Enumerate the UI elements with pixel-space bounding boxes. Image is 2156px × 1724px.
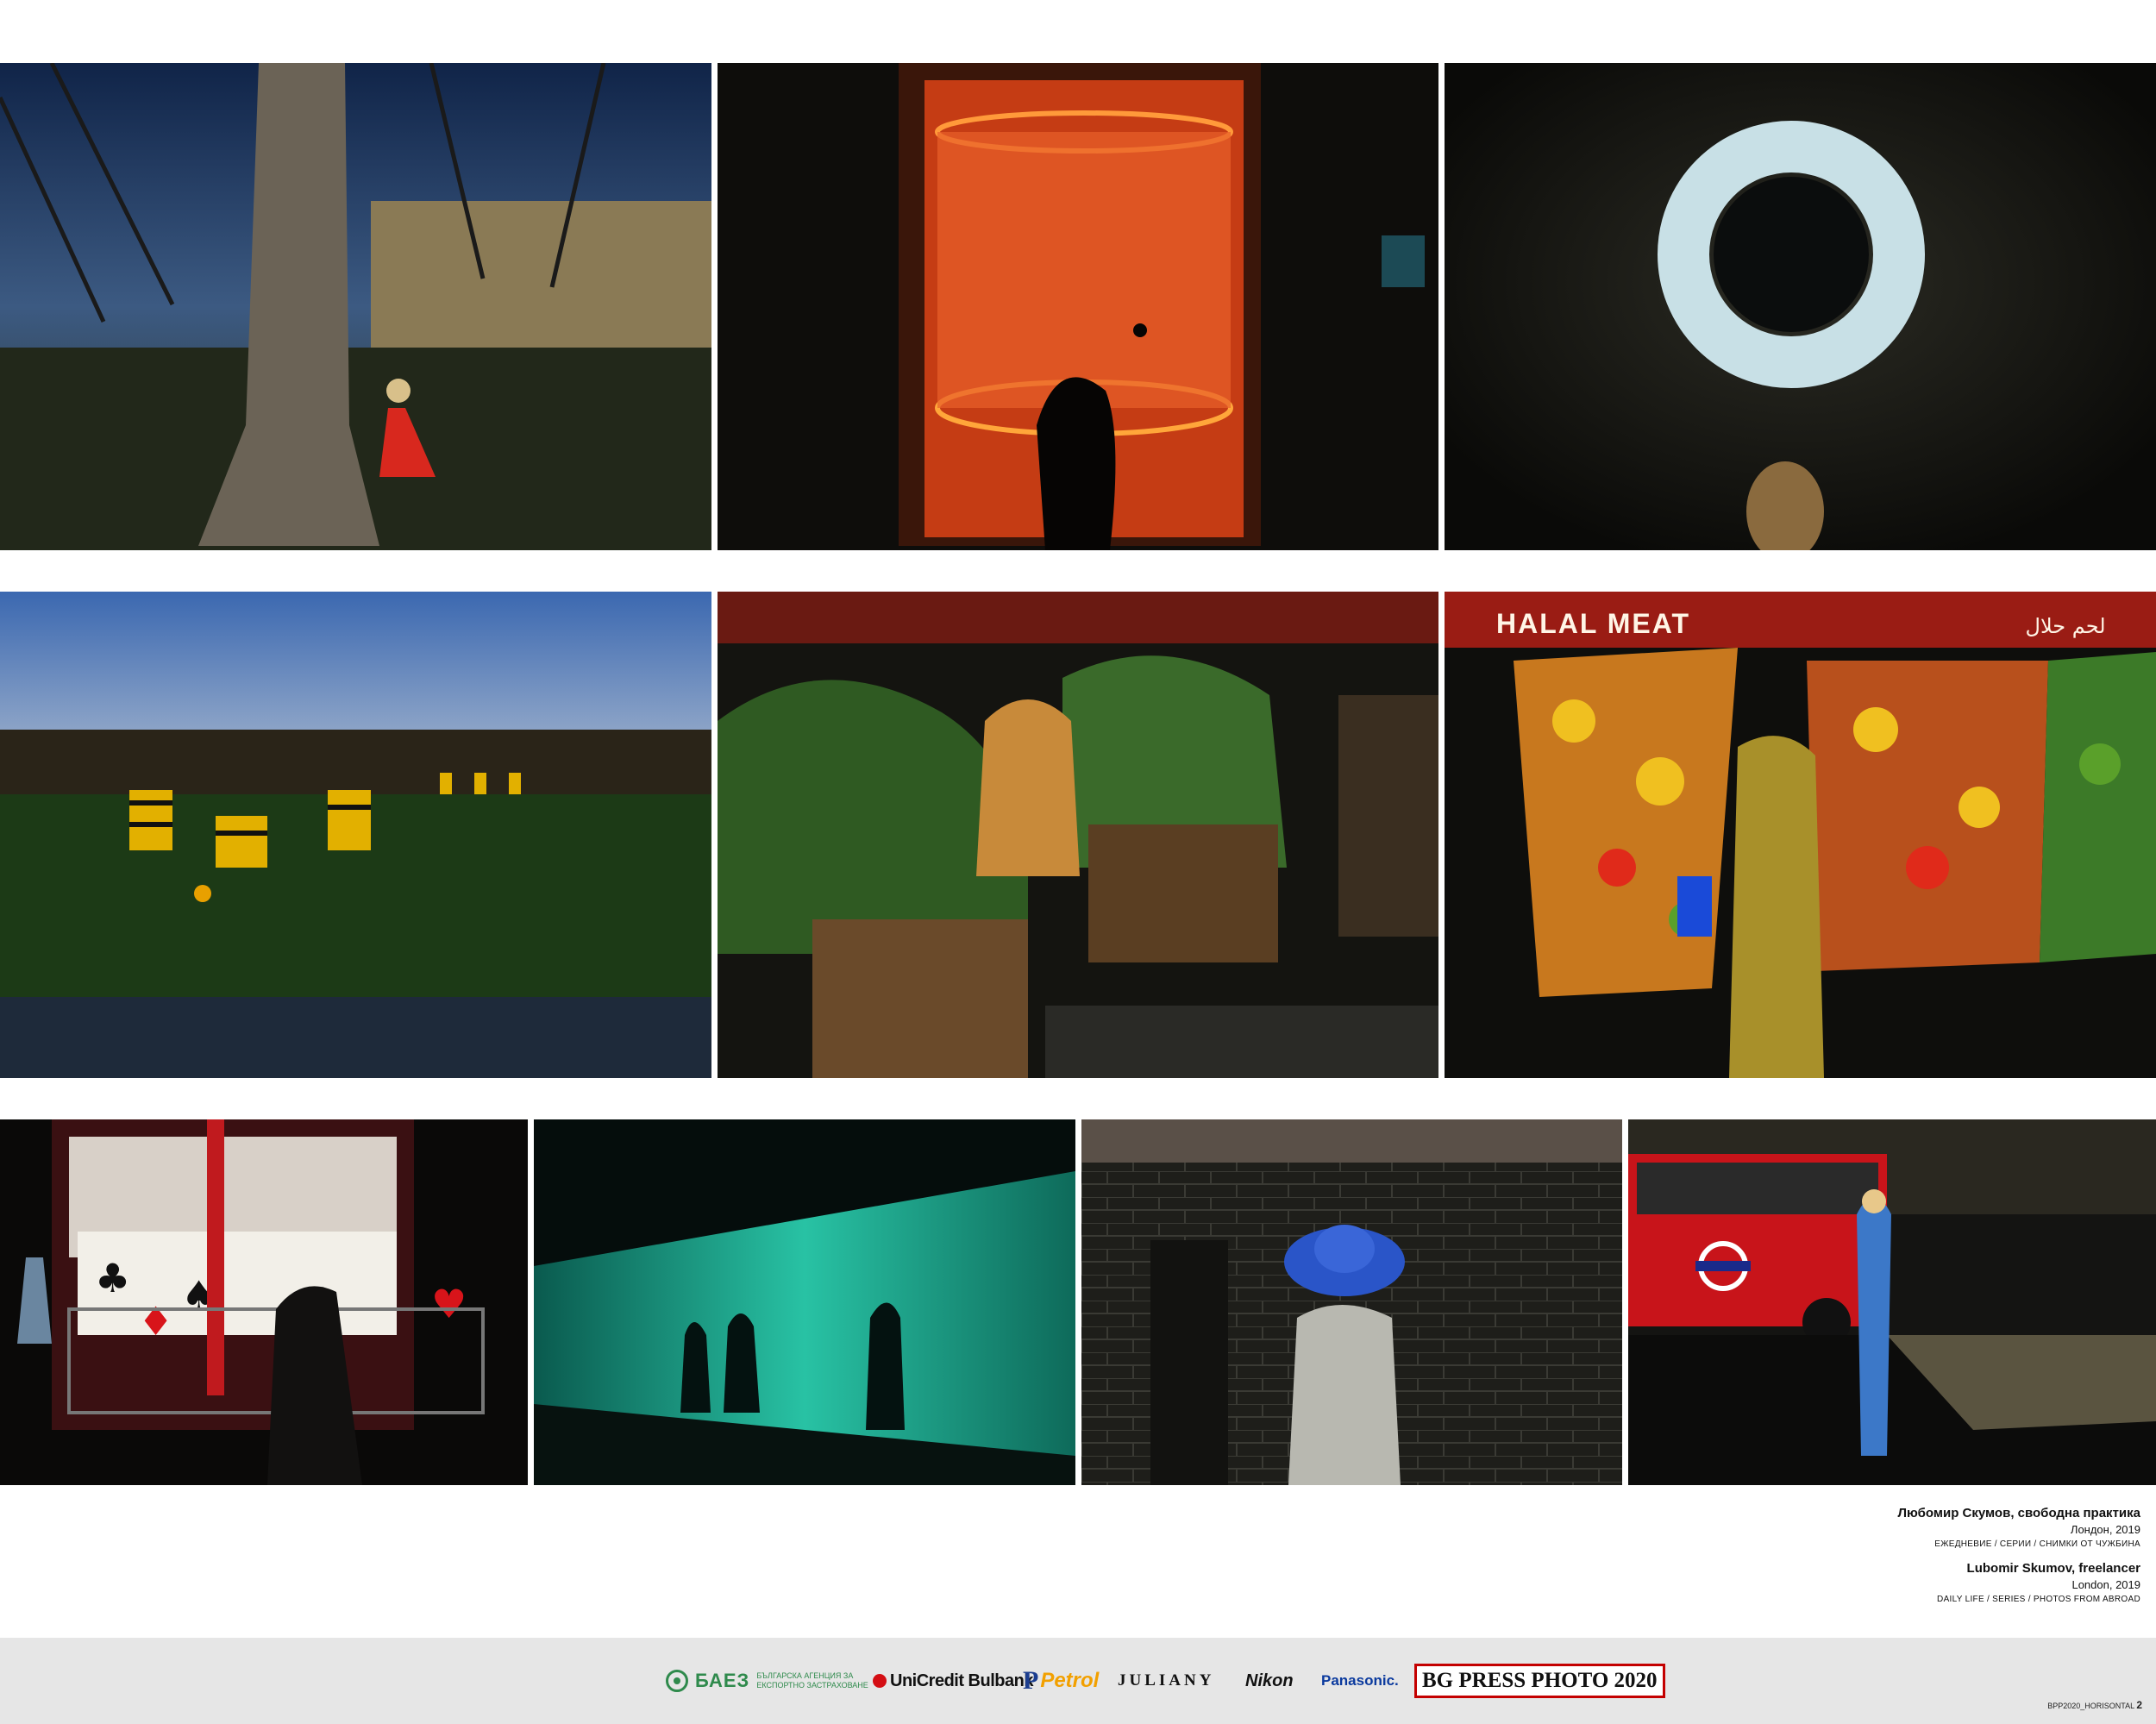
photo-orange-window: [718, 63, 1438, 550]
halal-meat-sign: HALAL MEAT: [1496, 608, 1690, 639]
panasonic-logo: Panasonic.: [1321, 1638, 1399, 1724]
petrol-emblem-icon: P: [1023, 1666, 1039, 1695]
nikon-logo-text: Nikon: [1245, 1671, 1294, 1690]
juliany-logo: JULIANY: [1118, 1638, 1214, 1724]
photo-card-carousel: ♣ ♠ ♦ ♥: [0, 1119, 528, 1485]
file-code-name: BPP2020_HORISONTAL: [2047, 1702, 2134, 1710]
baez-emblem-icon: [666, 1670, 688, 1692]
photo-tiger-planters: [718, 592, 1438, 1078]
petrol-logo: P Petrol: [1023, 1638, 1099, 1724]
svg-text:♦: ♦: [138, 1298, 173, 1345]
unicredit-logo-text: UniCredit Bulbank: [890, 1671, 1033, 1690]
bg-press-photo-logo: BG PRESS PHOTO 2020: [1414, 1638, 1665, 1724]
photo-blue-hat: [1081, 1119, 1622, 1485]
photo-teal-glass: [534, 1119, 1075, 1485]
file-code: BPP2020_HORISONTAL 2: [2047, 1699, 2142, 1711]
photo-caption: Любомир Скумов, свободна практика Лондон…: [1537, 1505, 2140, 1607]
photographer-name-bg: Любомир Скумов, свободна практика: [1897, 1506, 2140, 1520]
place-date-bg: Лондон, 2019: [2070, 1523, 2140, 1536]
svg-text:♥: ♥: [431, 1281, 467, 1327]
bg-press-photo-logo-text: BG PRESS PHOTO 2020: [1414, 1664, 1665, 1698]
category-bg: ЕЖЕДНЕВИЕ / СЕРИИ / СНИМКИ ОТ ЧУЖБИНА: [1934, 1539, 2140, 1549]
juliany-logo-text: JULIANY: [1118, 1671, 1215, 1690]
photo-football: [0, 592, 711, 1078]
halal-meat-arabic-sign: لحم حلال: [2026, 614, 2106, 638]
file-code-page: 2: [2136, 1699, 2142, 1711]
baez-logo-name: БАЕЗ: [695, 1670, 750, 1691]
sponsor-bar: БАЕЗ БЪЛГАРСКА АГЕНЦИЯ ЗА ЕКСПОРТНО ЗАСТ…: [0, 1638, 2156, 1724]
photographer-name-en: Lubomir Skumov, freelancer: [1966, 1561, 2140, 1576]
unicredit-logo: UniCredit Bulbank: [873, 1638, 1033, 1724]
baez-logo: БАЕЗ БЪЛГАРСКА АГЕНЦИЯ ЗА ЕКСПОРТНО ЗАСТ…: [666, 1638, 894, 1724]
nikon-logo: Nikon: [1245, 1638, 1294, 1724]
photo-light-ring: [1445, 63, 2156, 550]
photo-red-bus: [1628, 1119, 2156, 1485]
unicredit-emblem-icon: [873, 1674, 887, 1688]
svg-text:♣: ♣: [95, 1255, 130, 1301]
photo-park-tree: [0, 63, 711, 550]
category-en: DAILY LIFE / SERIES / PHOTOS FROM ABROAD: [1937, 1595, 2140, 1604]
panasonic-logo-text: Panasonic.: [1321, 1672, 1399, 1689]
place-date-en: London, 2019: [2071, 1578, 2140, 1591]
photo-halal-meat: HALAL MEAT لحم حلال: [1445, 592, 2156, 1078]
petrol-logo-text: Petrol: [1040, 1669, 1100, 1692]
